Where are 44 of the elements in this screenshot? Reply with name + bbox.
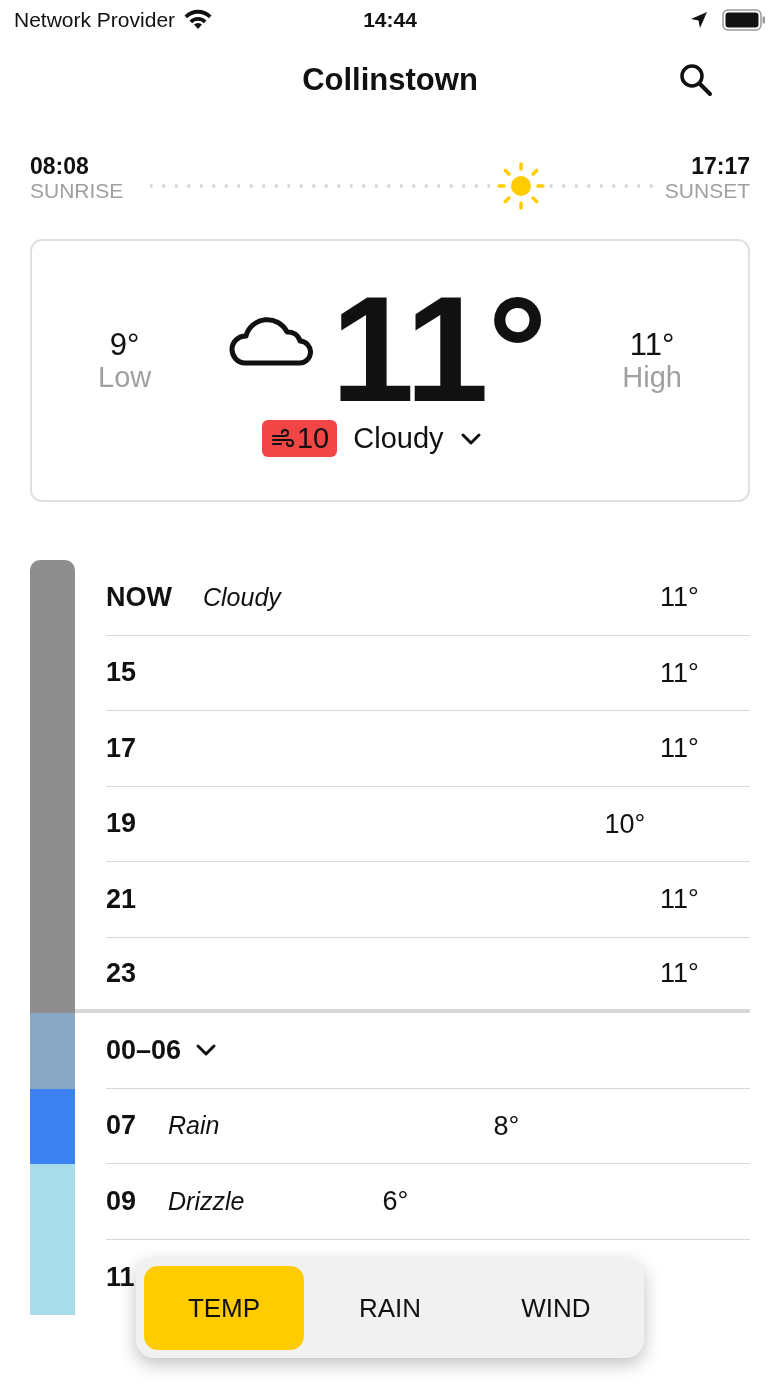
- hour-label: 07: [106, 1110, 137, 1142]
- low-temperature: 9°: [109, 327, 140, 362]
- hour-range-toggle[interactable]: 00–06: [106, 1034, 218, 1066]
- chevron-down-icon: [459, 431, 482, 446]
- carrier-name: Network Provider: [14, 8, 176, 32]
- wind-speed: 10: [297, 422, 330, 455]
- hour-temperature: 10°: [604, 808, 646, 840]
- location-arrow-icon: [690, 11, 708, 29]
- hour-label: 15: [106, 657, 137, 689]
- hour-label: 19: [106, 808, 137, 840]
- status-time: 14:44: [362, 8, 418, 32]
- hour-temperature: 8°: [493, 1110, 520, 1142]
- current-temperature: 11°: [331, 274, 547, 424]
- hour-label: 09: [106, 1185, 137, 1217]
- sunset-label: SUNSET: [664, 180, 750, 201]
- hour-condition: Drizzle: [168, 1186, 245, 1216]
- hour-label: 17: [106, 732, 137, 764]
- hour-temperature: 6°: [382, 1185, 409, 1217]
- hour-label: 21: [106, 883, 137, 915]
- high-temperature: 11°: [629, 327, 675, 362]
- high-label: High: [622, 361, 682, 394]
- wifi-icon: [183, 9, 214, 31]
- battery-icon: [722, 9, 766, 31]
- hour-label: 11: [106, 1261, 135, 1293]
- hour-label: NOW: [106, 581, 172, 613]
- hour-condition: Rain: [168, 1111, 220, 1141]
- hour-temperature: 11°: [660, 732, 699, 764]
- sunrise-time: 08:08: [30, 155, 90, 178]
- search-icon: [679, 63, 713, 97]
- hour-temperature: 11°: [660, 657, 699, 689]
- hour-temperature: 11°: [660, 581, 699, 613]
- hour-label: 23: [106, 957, 137, 989]
- hour-temperature: 11°: [660, 883, 699, 915]
- tab[interactable]: WIND: [476, 1266, 636, 1350]
- condition-dropdown[interactable]: Cloudy: [353, 422, 482, 455]
- low-label: Low: [98, 361, 152, 394]
- hour-condition: Cloudy: [203, 582, 281, 612]
- tab[interactable]: TEMP: [144, 1266, 304, 1350]
- sunrise-label: SUNRISE: [30, 180, 124, 201]
- location-title: Collinstown: [302, 62, 478, 98]
- sunset-time: 17:17: [691, 155, 750, 178]
- wind-icon: [272, 428, 294, 449]
- hour-temperature: 11°: [660, 957, 699, 989]
- tab[interactable]: RAIN: [310, 1266, 470, 1350]
